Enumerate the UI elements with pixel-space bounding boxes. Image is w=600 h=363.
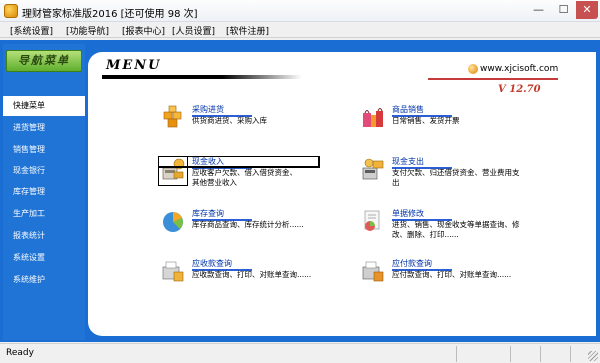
- item-title[interactable]: 采购进货: [192, 104, 224, 115]
- item-title[interactable]: 应收款查询: [192, 258, 232, 269]
- sidebar-item-shortcuts[interactable]: 快捷菜单: [3, 96, 85, 116]
- receivable-icon: [162, 261, 184, 282]
- quick-item-sales[interactable]: 商品销售 日常销售、发货开票: [360, 104, 540, 134]
- quick-item-purchase[interactable]: 采购进货 供货商进货、采购入库: [160, 104, 340, 134]
- menu-logo: MENU: [102, 58, 301, 79]
- quick-item-cash-expense[interactable]: 现金支出 支付欠款、归还借贷资金、营业费用支出: [360, 156, 540, 192]
- item-desc: 应收客户欠款、借入借贷资金、其他营业收入: [192, 168, 297, 187]
- inventory-icon: [163, 212, 183, 232]
- menu-software-register[interactable]: [软件注册]: [226, 24, 269, 37]
- content-panel: MENU www.xjcisoft.com V 12.70 采购进货 供货商进货…: [88, 52, 596, 336]
- status-bar: Ready: [0, 343, 600, 363]
- menu-report-center[interactable]: [报表中心]: [122, 24, 165, 37]
- status-text: Ready: [6, 348, 34, 358]
- globe-icon: [468, 64, 478, 74]
- title-bar: 理财管家标准版2016 [还可使用 98 次] — ☐ ✕: [0, 0, 600, 22]
- status-separator: [570, 346, 571, 362]
- item-title[interactable]: 应付款查询: [392, 258, 432, 269]
- item-title[interactable]: 现金支出: [392, 156, 424, 167]
- item-desc: 供货商进货、采购入库: [192, 116, 267, 125]
- sidebar-item-sales[interactable]: 销售管理: [3, 140, 85, 160]
- version-label: V 12.70: [498, 84, 541, 95]
- sidebar: 导航菜单 快捷菜单 进货管理 销售管理 现金银行 库存管理 生产加工 报表统计 …: [3, 44, 85, 340]
- resize-grip-icon[interactable]: [588, 351, 598, 361]
- menu-bar: [系统设置] [功能导航] [报表中心] [人员设置] [软件注册]: [0, 22, 600, 38]
- sidebar-item-purchasing[interactable]: 进货管理: [3, 118, 85, 138]
- menu-navigation[interactable]: [功能导航]: [66, 24, 109, 37]
- item-desc: 应收款查询、打印、对账单查询......: [192, 270, 312, 279]
- item-title[interactable]: 单据修改: [392, 208, 424, 219]
- item-desc: 库存商品查询、库存统计分析......: [192, 220, 304, 229]
- website-underline: [428, 78, 558, 80]
- quick-item-payable[interactable]: 应付款查询 应付款查询、打印、对账单查询......: [360, 258, 540, 288]
- sidebar-item-inventory[interactable]: 库存管理: [3, 182, 85, 202]
- sidebar-item-production[interactable]: 生产加工: [3, 204, 85, 224]
- sidebar-item-system-settings[interactable]: 系统设置: [3, 248, 85, 268]
- status-separator: [540, 346, 541, 362]
- sidebar-header: 导航菜单: [6, 50, 82, 72]
- focus-outline-title: [158, 156, 320, 168]
- sidebar-item-cash-bank[interactable]: 现金银行: [3, 161, 85, 181]
- minimize-button[interactable]: —: [526, 1, 551, 19]
- item-desc: 应付款查询、打印、对账单查询......: [392, 270, 512, 279]
- menu-staff-settings[interactable]: [人员设置]: [172, 24, 215, 37]
- window-title: 理财管家标准版2016 [还可使用 98 次]: [22, 9, 198, 20]
- quick-item-document-edit[interactable]: 单据修改 进货、销售、现金收支等单据查询、修改、删除、打印......: [360, 208, 540, 244]
- app-icon: [4, 4, 18, 18]
- document-edit-icon: [364, 210, 380, 231]
- item-desc: 进货、销售、现金收支等单据查询、修改、删除、打印......: [392, 220, 520, 239]
- website-link[interactable]: www.xjcisoft.com: [480, 64, 558, 74]
- cash-expense-icon: [362, 158, 384, 180]
- quick-item-inventory[interactable]: 库存查询 库存商品查询、库存统计分析......: [160, 208, 340, 238]
- item-desc: 日常销售、发货开票: [392, 116, 460, 125]
- purchase-icon: [163, 105, 182, 128]
- item-desc: 支付欠款、归还借贷资金、营业费用支出: [392, 168, 520, 187]
- payable-icon: [362, 261, 384, 282]
- maximize-button[interactable]: ☐: [551, 1, 576, 19]
- sidebar-item-maintenance[interactable]: 系统维护: [3, 270, 85, 290]
- sidebar-item-reports[interactable]: 报表统计: [3, 226, 85, 246]
- menu-system-settings[interactable]: [系统设置]: [10, 24, 53, 37]
- status-separator: [456, 346, 457, 362]
- close-button[interactable]: ✕: [576, 1, 598, 19]
- quick-item-receivable[interactable]: 应收款查询 应收款查询、打印、对账单查询......: [160, 258, 340, 288]
- sales-icon: [363, 108, 383, 127]
- item-title[interactable]: 库存查询: [192, 208, 224, 219]
- status-separator: [510, 346, 511, 362]
- item-title[interactable]: 商品销售: [392, 104, 424, 115]
